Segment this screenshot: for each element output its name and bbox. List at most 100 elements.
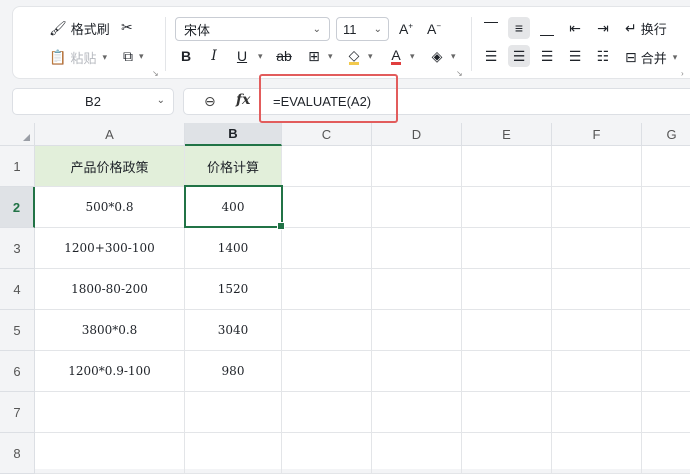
cell-a5[interactable]: 3800*0.8 [35, 310, 185, 351]
row-header-5[interactable]: 5 [0, 310, 35, 351]
empty-cell[interactable] [185, 392, 282, 433]
chevron-down-icon[interactable]: ▾ [368, 51, 373, 62]
empty-cell[interactable] [462, 228, 552, 269]
row-header-8[interactable]: 8 [0, 433, 35, 474]
align-bottom-button[interactable]: ⎽ [536, 17, 558, 39]
align-right-button[interactable]: ☰ [536, 45, 558, 67]
empty-cell[interactable] [35, 433, 185, 474]
empty-cell[interactable] [462, 187, 552, 228]
cell-b3[interactable]: 1400 [185, 228, 282, 269]
dialog-launcher-icon[interactable]: › [681, 69, 684, 78]
borders-button[interactable]: ⊞ [303, 45, 325, 67]
distributed-button[interactable]: ☷ [592, 45, 614, 67]
wrap-text-button[interactable]: ↵ 换行 [625, 19, 667, 38]
empty-cell[interactable] [642, 351, 690, 392]
column-header-d[interactable]: D [372, 123, 462, 146]
increase-indent-button[interactable]: ⇥ [592, 17, 614, 39]
chevron-down-icon[interactable]: ▾ [258, 51, 263, 62]
empty-cell[interactable] [642, 269, 690, 310]
name-box[interactable]: B2 ⌄ [12, 88, 174, 115]
empty-cell[interactable] [282, 187, 372, 228]
empty-cell[interactable] [642, 228, 690, 269]
cell-a3[interactable]: 1200+300-100 [35, 228, 185, 269]
empty-cell[interactable] [552, 146, 642, 187]
empty-cell[interactable] [282, 146, 372, 187]
fx-icon[interactable]: fx [236, 92, 250, 108]
empty-cell[interactable] [552, 351, 642, 392]
align-middle-button[interactable]: ≡ [508, 17, 530, 39]
empty-cell[interactable] [282, 228, 372, 269]
font-color-button[interactable]: A [385, 45, 407, 67]
cell-b4[interactable]: 1520 [185, 269, 282, 310]
cell-a4[interactable]: 1800-80-200 [35, 269, 185, 310]
row-header-2[interactable]: 2 [0, 187, 35, 228]
cell-b5[interactable]: 3040 [185, 310, 282, 351]
empty-cell[interactable] [462, 351, 552, 392]
empty-cell[interactable] [185, 433, 282, 474]
empty-cell[interactable] [462, 269, 552, 310]
row-header-1[interactable]: 1 [0, 146, 35, 187]
cell-a1[interactable]: 产品价格政策 [35, 146, 185, 187]
bold-button[interactable]: B [175, 45, 197, 67]
empty-cell[interactable] [552, 228, 642, 269]
empty-cell[interactable] [372, 269, 462, 310]
underline-button[interactable]: U [231, 45, 253, 67]
empty-cell[interactable] [462, 146, 552, 187]
empty-cell[interactable] [552, 269, 642, 310]
empty-cell[interactable] [372, 228, 462, 269]
row-header-4[interactable]: 4 [0, 269, 35, 310]
empty-cell[interactable] [282, 269, 372, 310]
merge-button[interactable]: ⊟ 合并 ▾ [625, 48, 677, 67]
dialog-launcher-icon[interactable]: ↘ [152, 69, 159, 78]
cell-b1[interactable]: 价格计算 [185, 146, 282, 187]
empty-cell[interactable] [642, 392, 690, 433]
copy-button[interactable]: ⧉ ▾ [123, 48, 144, 65]
column-header-e[interactable]: E [462, 123, 552, 146]
column-header-c[interactable]: C [282, 123, 372, 146]
empty-cell[interactable] [282, 433, 372, 474]
decrease-indent-button[interactable]: ⇤ [564, 17, 586, 39]
empty-cell[interactable] [642, 310, 690, 351]
empty-cell[interactable] [642, 433, 690, 474]
column-header-a[interactable]: A [35, 123, 185, 146]
font-family-select[interactable]: 宋体 ⌄ [175, 17, 330, 41]
cell-b2[interactable]: 400 [185, 187, 282, 228]
empty-cell[interactable] [552, 433, 642, 474]
row-header-7[interactable]: 7 [0, 392, 35, 433]
chevron-down-icon[interactable]: ▾ [410, 51, 415, 62]
empty-cell[interactable] [642, 187, 690, 228]
cell-a6[interactable]: 1200*0.9-100 [35, 351, 185, 392]
decrease-font-button[interactable]: A− [423, 18, 445, 40]
empty-cell[interactable] [372, 310, 462, 351]
column-header-b[interactable]: B [185, 123, 282, 146]
justify-button[interactable]: ☰ [564, 45, 586, 67]
empty-cell[interactable] [372, 146, 462, 187]
empty-cell[interactable] [552, 310, 642, 351]
format-painter-button[interactable]: 🖌 格式刷 [49, 19, 110, 38]
row-header-6[interactable]: 6 [0, 351, 35, 392]
empty-cell[interactable] [282, 310, 372, 351]
align-left-button[interactable]: ☰ [480, 45, 502, 67]
column-header-f[interactable]: F [552, 123, 642, 146]
increase-font-button[interactable]: A+ [395, 18, 417, 40]
empty-cell[interactable] [462, 433, 552, 474]
align-center-button[interactable]: ☰ [508, 45, 530, 67]
clear-format-button[interactable]: ◈ [426, 45, 448, 67]
select-all-corner[interactable] [0, 123, 35, 146]
empty-cell[interactable] [372, 433, 462, 474]
cell-a2[interactable]: 500*0.8 [35, 187, 185, 228]
empty-cell[interactable] [642, 146, 690, 187]
cut-button[interactable]: ✂ [121, 19, 133, 36]
empty-cell[interactable] [282, 351, 372, 392]
dialog-launcher-icon[interactable]: ↘ [456, 69, 463, 78]
empty-cell[interactable] [552, 392, 642, 433]
chevron-down-icon[interactable]: ▾ [328, 51, 333, 62]
empty-cell[interactable] [372, 392, 462, 433]
empty-cell[interactable] [282, 392, 372, 433]
empty-cell[interactable] [35, 392, 185, 433]
empty-cell[interactable] [372, 351, 462, 392]
fill-color-button[interactable]: ◇ [343, 45, 365, 67]
cell-b6[interactable]: 980 [185, 351, 282, 392]
column-header-g[interactable]: G [642, 123, 690, 146]
align-top-button[interactable]: ⎺ [480, 17, 502, 39]
